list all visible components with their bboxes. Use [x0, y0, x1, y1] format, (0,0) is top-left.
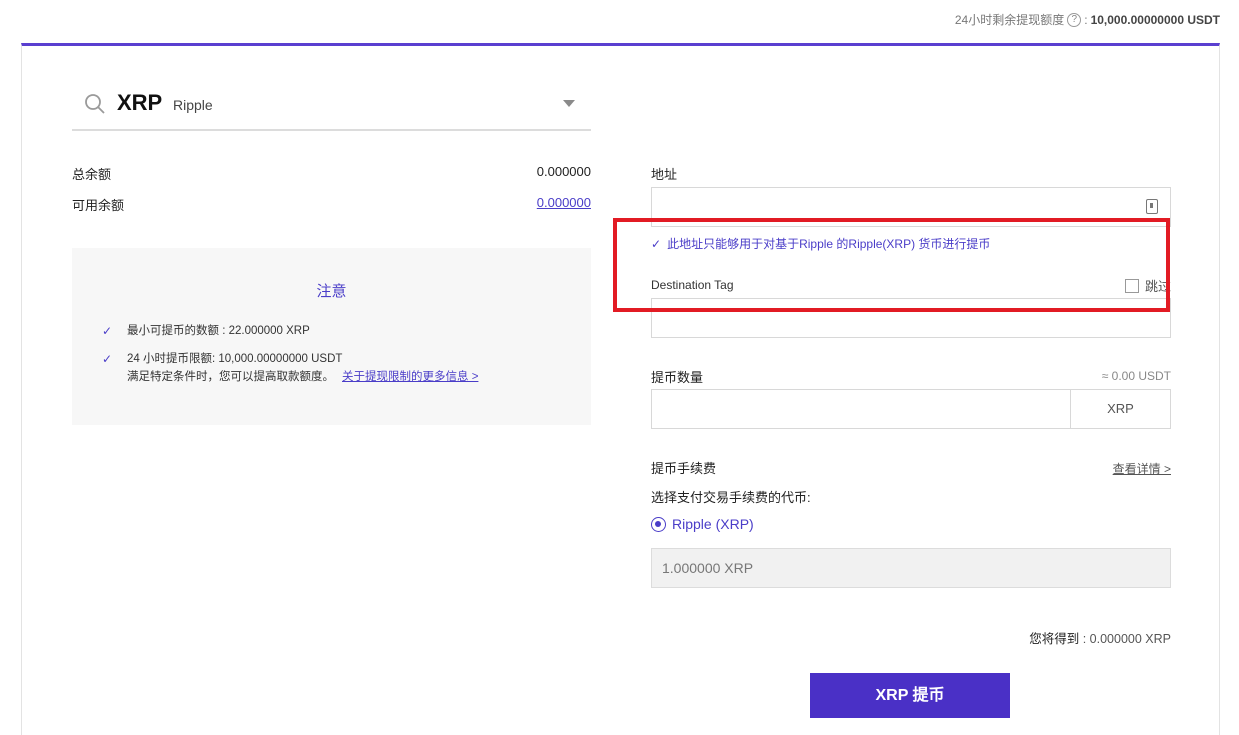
- limit-label: 24小时剩余提现额度: [954, 13, 1065, 27]
- receive-summary: 您将得到 : 0.000000 XRP: [1029, 628, 1171, 647]
- radio-selected-icon[interactable]: [651, 516, 666, 532]
- address-label: 地址: [651, 167, 678, 182]
- limit-separator: :: [1084, 12, 1088, 27]
- limit-value: 10,000.00000000 USDT: [1090, 12, 1220, 27]
- notice-item: ✓ 最小可提币的数额 : 22.000000 XRP: [102, 322, 310, 340]
- notice-item-sub: 满足特定条件时，您可以提高取款额度。 关于提现限制的更多信息 >: [127, 368, 478, 386]
- fee-choose-label: 选择支付交易手续费的代币:: [651, 490, 811, 505]
- check-icon: ✓: [102, 352, 113, 366]
- notice-box: 注意 ✓ 最小可提币的数额 : 22.000000 XRP ✓ 24 小时提币限…: [72, 248, 591, 425]
- total-balance-value: 0.000000: [536, 164, 591, 179]
- withdraw-panel: XRP Ripple 总余额 0.000000 可用余额 0.000000 注意…: [21, 43, 1220, 735]
- amount-label: 提币数量: [651, 370, 704, 385]
- fee-token-label: Ripple (XRP): [672, 516, 754, 532]
- fee-label: 提币手续费: [651, 461, 717, 476]
- available-balance-row: 可用余额 0.000000: [72, 195, 591, 214]
- coin-symbol: XRP: [117, 90, 163, 115]
- question-circle-icon[interactable]: ?: [1067, 12, 1082, 27]
- notice-item: ✓ 24 小时提币限额: 10,000.00000000 USDT 满足特定条件…: [102, 350, 478, 386]
- total-balance-row: 总余额 0.000000: [72, 164, 591, 183]
- coin-name: Ripple: [173, 97, 213, 113]
- available-balance-label: 可用余额: [72, 198, 125, 213]
- receive-label: 您将得到: [1029, 632, 1080, 646]
- check-icon: ✓: [102, 324, 113, 338]
- fee-token-radio[interactable]: Ripple (XRP): [651, 516, 754, 532]
- amount-unit: XRP: [1070, 390, 1170, 428]
- notice-item-text: 24 小时提币限额: 10,000.00000000 USDT: [127, 353, 343, 365]
- fee-details-link[interactable]: 查看详情 >: [1113, 460, 1171, 477]
- fee-value-field: 1.000000 XRP: [651, 548, 1171, 588]
- withdraw-submit-button[interactable]: XRP 提币: [810, 673, 1010, 718]
- withdraw-limit-bar: 24小时剩余提现额度 ? : 10,000.00000000 USDT: [955, 11, 1220, 28]
- total-balance-label: 总余额: [72, 167, 112, 182]
- amount-input[interactable]: XRP: [651, 389, 1171, 429]
- notice-title: 注意: [316, 283, 347, 300]
- notice-item-subtext: 满足特定条件时，您可以提高取款额度。: [127, 371, 334, 383]
- available-balance-link[interactable]: 0.000000: [537, 195, 591, 214]
- limit-info-link[interactable]: 关于提现限制的更多信息 >: [342, 371, 478, 383]
- coin-selector[interactable]: XRP Ripple: [72, 86, 591, 131]
- receive-value: : 0.000000 XRP: [1082, 632, 1171, 646]
- search-icon: [85, 94, 105, 114]
- caret-down-icon[interactable]: [563, 100, 575, 107]
- address-book-icon[interactable]: [1146, 199, 1158, 214]
- notice-item-text: 最小可提币的数额 : 22.000000 XRP: [127, 325, 310, 337]
- amount-approx: ≈ 0.00 USDT: [1101, 369, 1171, 383]
- destination-tag-highlight: [613, 218, 1170, 312]
